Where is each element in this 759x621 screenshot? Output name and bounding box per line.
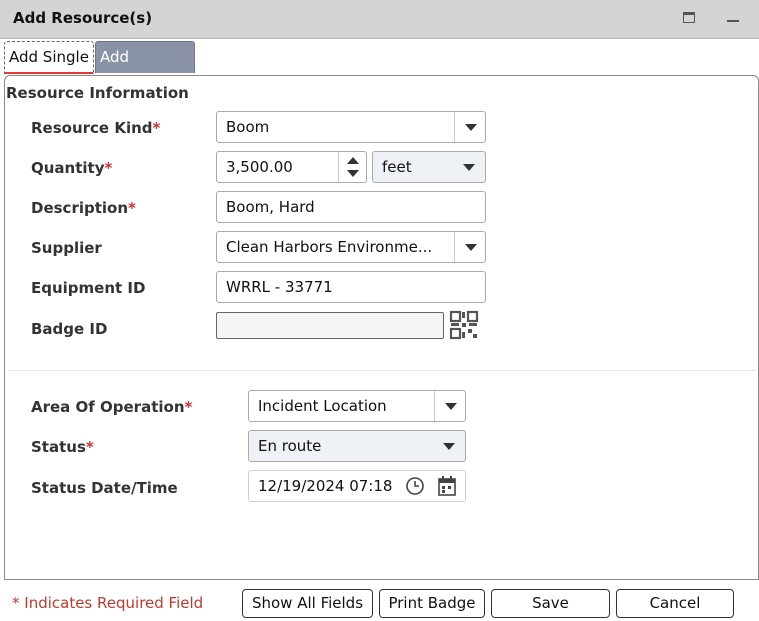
stepper-down-icon[interactable] xyxy=(347,170,359,177)
badge-id-label: Badge ID xyxy=(31,320,108,338)
clock-icon[interactable] xyxy=(405,476,425,496)
tab-add-single[interactable]: Add Single xyxy=(4,41,94,74)
status-datetime-input[interactable]: 12/19/2024 07:18 xyxy=(248,470,466,502)
minimize-icon[interactable] xyxy=(722,8,744,28)
status-datetime-label: Status Date/Time xyxy=(31,479,178,497)
chevron-down-icon[interactable] xyxy=(463,164,475,171)
stepper-buttons[interactable] xyxy=(338,152,366,182)
description-input[interactable]: Boom, Hard xyxy=(216,191,486,223)
chevron-down-icon[interactable] xyxy=(443,443,455,450)
chevron-down-icon[interactable] xyxy=(434,391,465,421)
status-label: Status* xyxy=(31,438,94,456)
supplier-label: Supplier xyxy=(31,239,102,257)
badge-id-input[interactable] xyxy=(216,312,444,339)
supplier-select[interactable]: Clean Harbors Environme... xyxy=(216,231,486,263)
chevron-down-icon[interactable] xyxy=(454,232,485,262)
equipment-id-input[interactable]: WRRL - 33771 xyxy=(216,271,486,303)
calendar-icon[interactable] xyxy=(437,475,457,497)
dialog-titlebar: Add Resource(s) xyxy=(0,0,759,39)
cancel-button[interactable]: Cancel xyxy=(616,589,734,618)
required-field-note: * Indicates Required Field xyxy=(12,594,204,612)
tab-add-multiple[interactable]: Add Multiple xyxy=(95,41,195,96)
area-of-operation-select[interactable]: Incident Location xyxy=(248,390,466,422)
print-badge-button[interactable]: Print Badge xyxy=(379,589,485,618)
resource-form-panel: Resource Information Resource Kind* Boom… xyxy=(4,75,759,580)
resource-kind-label: Resource Kind* xyxy=(31,119,161,137)
quantity-label: Quantity* xyxy=(31,159,113,177)
datetime-picker-buttons xyxy=(401,471,465,501)
section-title: Resource Information xyxy=(6,84,189,102)
section-divider xyxy=(7,370,756,371)
area-of-operation-label: Area Of Operation* xyxy=(31,398,193,416)
status-select[interactable]: En route xyxy=(248,430,466,462)
save-button[interactable]: Save xyxy=(491,589,610,618)
quantity-stepper[interactable]: 3,500.00 xyxy=(216,151,367,183)
description-label: Description* xyxy=(31,199,136,217)
dialog-title: Add Resource(s) xyxy=(13,9,153,27)
equipment-id-label: Equipment ID xyxy=(31,279,146,297)
resource-kind-select[interactable]: Boom xyxy=(216,111,486,143)
quantity-unit-select[interactable]: feet xyxy=(372,151,486,183)
stepper-up-icon[interactable] xyxy=(347,157,359,164)
qr-code-icon[interactable] xyxy=(449,310,479,340)
show-all-fields-button[interactable]: Show All Fields xyxy=(242,589,373,618)
chevron-down-icon[interactable] xyxy=(454,112,485,142)
maximize-icon[interactable] xyxy=(678,8,700,28)
